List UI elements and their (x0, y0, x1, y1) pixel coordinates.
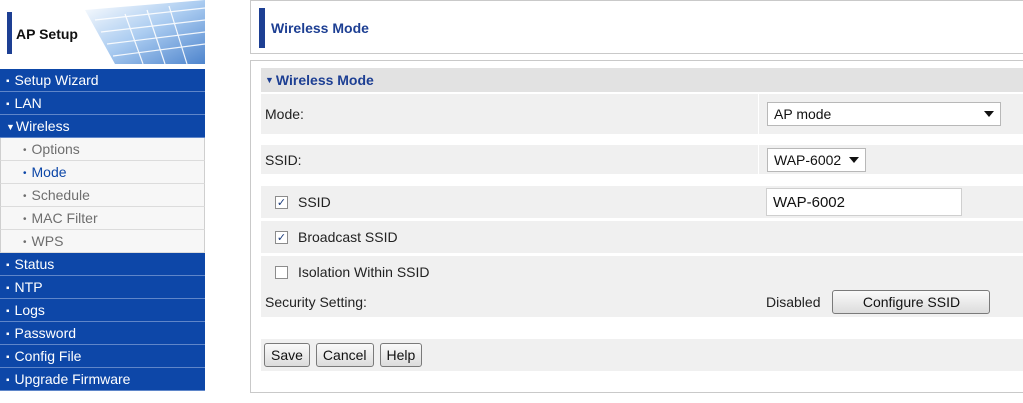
ssid-select-label: SSID: (265, 151, 302, 168)
sidebar-menu: ▪ Setup Wizard ▪ LAN ▼Wireless • Options • M… (0, 69, 205, 391)
bullet-icon: ▪ (6, 306, 10, 317)
page-title: Wireless Mode (271, 20, 369, 36)
sidebar-item-options[interactable]: • Options (0, 138, 205, 161)
header-accent-bar (259, 8, 265, 48)
sidebar-item-schedule[interactable]: • Schedule (0, 184, 205, 207)
bullet-icon: • (23, 237, 27, 248)
bullet-icon: ▪ (6, 99, 10, 110)
ssid-select-row: SSID: WAP-6002 (261, 145, 1023, 175)
bullet-icon: ▪ (6, 260, 10, 271)
security-setting-cell: Disabled Configure SSID (758, 287, 1023, 317)
sidebar-item-label: Mode (31, 164, 67, 180)
sidebar-item-wps[interactable]: • WPS (0, 230, 205, 253)
sidebar-item-logs[interactable]: ▪ Logs (0, 299, 205, 322)
bullet-icon: • (23, 168, 27, 179)
wireless-mode-panel: ▼ Wireless Mode Mode: AP mode SSID: WAP-6… (250, 60, 1023, 393)
action-buttons: Save Cancel Help (264, 339, 423, 371)
mode-select-value: AP mode (774, 106, 832, 122)
sidebar-item-label: Upgrade Firmware (14, 371, 131, 387)
bullet-icon: ▪ (6, 352, 10, 363)
section-title: ▼ Wireless Mode (265, 68, 374, 92)
sidebar-item-password[interactable]: ▪ Password (0, 322, 205, 345)
keyboard-graphic-icon (85, 0, 205, 64)
mode-select[interactable]: AP mode (767, 102, 1001, 126)
ssid-select-value: WAP-6002 (774, 151, 842, 168)
chevron-down-icon (984, 111, 994, 117)
sidebar-item-status[interactable]: ▪ Status (0, 253, 205, 276)
sidebar-item-ntp[interactable]: ▪ NTP (0, 276, 205, 299)
cancel-button[interactable]: Cancel (315, 343, 374, 367)
configure-ssid-button[interactable]: Configure SSID (832, 290, 991, 314)
sidebar-item-label: Wireless (15, 118, 70, 134)
isolation-label-cell: Isolation Within SSID (265, 256, 430, 288)
logo-title: AP Setup (16, 26, 78, 42)
broadcast-ssid-label-cell: ✓ Broadcast SSID (265, 221, 398, 253)
ssid-name-cell: WAP-6002 (758, 186, 1023, 218)
ssid-checkbox[interactable]: ✓ (275, 195, 288, 209)
sidebar-item-label: Schedule (31, 187, 90, 203)
isolation-label: Isolation Within SSID (298, 264, 430, 280)
security-setting-label: Security Setting: (265, 294, 367, 310)
bullet-icon: ▪ (6, 283, 10, 294)
sidebar-item-config-file[interactable]: ▪ Config File (0, 345, 205, 368)
isolation-checkbox[interactable] (275, 265, 288, 279)
chevron-down-icon (849, 156, 860, 163)
sidebar-item-label: Config File (14, 348, 82, 364)
page-header: Wireless Mode (250, 0, 1023, 54)
bullet-icon: ▪ (6, 329, 10, 340)
logo-accent-bar (7, 12, 12, 54)
bullet-icon: ▪ (6, 375, 10, 386)
mode-value-cell: AP mode (758, 94, 1023, 134)
bullet-icon: ▪ (6, 76, 10, 87)
sidebar-item-lan[interactable]: ▪ LAN (0, 92, 205, 115)
ssid-name-input[interactable]: WAP-6002 (766, 188, 962, 216)
sidebar-item-label: Logs (14, 302, 45, 318)
sidebar-item-mac-filter[interactable]: • MAC Filter (0, 207, 205, 230)
ssid-select-cell: WAP-6002 (758, 145, 1023, 174)
sidebar-item-mode[interactable]: • Mode (0, 161, 205, 184)
sidebar-item-label: Password (14, 325, 77, 341)
bullet-icon: • (23, 214, 27, 225)
sidebar-item-label: Setup Wizard (14, 72, 99, 88)
section-header: ▼ Wireless Mode (261, 68, 1023, 93)
logo-banner: AP Setup (0, 0, 205, 64)
security-status: Disabled (766, 294, 821, 310)
sidebar-item-label: Options (31, 141, 80, 157)
save-button[interactable]: Save (264, 343, 310, 367)
bullet-icon: • (23, 191, 27, 202)
broadcast-ssid-checkbox[interactable]: ✓ (275, 230, 288, 244)
triangle-down-icon: ▼ (6, 122, 15, 132)
security-setting-row: Security Setting: Disabled Configure SSI… (261, 287, 1023, 318)
sidebar-item-label: WPS (31, 233, 64, 249)
sidebar-item-label: Status (14, 256, 55, 272)
isolation-row: Isolation Within SSID (261, 256, 1023, 289)
action-row: Save Cancel Help (261, 339, 1023, 372)
sidebar-item-wireless[interactable]: ▼Wireless (0, 115, 205, 138)
section-title-text: Wireless Mode (275, 72, 374, 88)
sidebar: AP Setup ▪ Setup Wizard ▪ LAN ▼Wireless … (0, 0, 205, 403)
sidebar-item-label: MAC Filter (31, 210, 98, 226)
mode-row: Mode: AP mode (261, 94, 1023, 135)
sidebar-item-label: NTP (14, 279, 43, 295)
sidebar-item-setup-wizard[interactable]: ▪ Setup Wizard (0, 69, 205, 92)
bullet-icon: • (23, 145, 27, 156)
mode-label: Mode: (265, 106, 304, 122)
ssid-name-label: SSID (298, 194, 331, 210)
broadcast-ssid-label: Broadcast SSID (298, 229, 398, 245)
triangle-down-icon: ▼ (265, 75, 274, 85)
sidebar-item-upgrade-firmware[interactable]: ▪ Upgrade Firmware (0, 368, 205, 391)
ssid-name-label-cell: ✓ SSID (265, 186, 331, 218)
sidebar-item-label: LAN (14, 95, 42, 111)
ssid-name-row: ✓ SSID WAP-6002 (261, 186, 1023, 219)
help-button[interactable]: Help (379, 343, 423, 367)
broadcast-ssid-row: ✓ Broadcast SSID (261, 221, 1023, 254)
ssid-select[interactable]: WAP-6002 (767, 147, 867, 172)
